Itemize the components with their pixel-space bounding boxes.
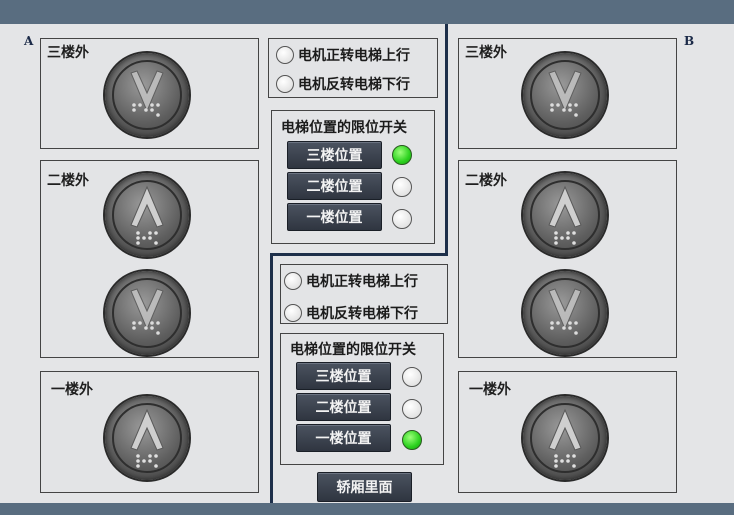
shaft-a-floor-1-panel: 一楼外 (40, 371, 259, 493)
divider-top-vertical (445, 24, 448, 256)
down-arrow-icon (523, 271, 607, 355)
radio-label: 电机反转电梯下行 (298, 77, 410, 93)
position-indicator-led (392, 145, 412, 165)
shaft-b-floor-3-down-button[interactable] (523, 53, 607, 137)
shaft-b-floor-2-down-button[interactable] (523, 271, 607, 355)
motor-reverse-radio-2[interactable]: 电机反转电梯下行 (284, 303, 418, 323)
motor-direction-box-2: 电机正转电梯上行 电机反转电梯下行 (280, 264, 448, 324)
shaft-a-floor-2-up-button[interactable] (105, 173, 189, 257)
floor-label: 三楼外 (47, 45, 89, 61)
floor-label: 一楼外 (469, 382, 511, 398)
floor-label: 二楼外 (465, 173, 507, 189)
position-indicator-led (392, 209, 412, 229)
shaft-a-floor-2-panel: 二楼外 (40, 160, 259, 358)
up-arrow-icon (105, 173, 189, 257)
shaft-b-floor-3-panel: 三楼外 (458, 38, 677, 149)
radio-label: 电机正转电梯上行 (306, 274, 418, 290)
bottom-bar (0, 503, 734, 515)
position-indicator-led (402, 399, 422, 419)
shaft-a-floor-1-up-button[interactable] (105, 396, 189, 480)
shaft-a-floor-3-down-button[interactable] (105, 53, 189, 137)
shaft-a-floor-3-panel: 三楼外 (40, 38, 259, 149)
floor-label: 二楼外 (47, 173, 89, 189)
down-arrow-icon (105, 53, 189, 137)
radio-label: 电机反转电梯下行 (306, 306, 418, 322)
motor-forward-radio-2[interactable]: 电机正转电梯上行 (284, 271, 418, 291)
radio-label: 电机正转电梯上行 (298, 48, 410, 64)
divider-bottom-vertical (270, 253, 273, 503)
down-arrow-icon (105, 271, 189, 355)
up-arrow-icon (523, 173, 607, 257)
position-button-floor-1[interactable]: 一楼位置 (296, 424, 391, 452)
limit-switch-box-1: 电梯位置的限位开关 三楼位置 二楼位置 一楼位置 (271, 110, 435, 244)
motor-direction-box-1: 电机正转电梯上行 电机反转电梯下行 (268, 38, 438, 98)
position-button-floor-3[interactable]: 三楼位置 (296, 362, 391, 390)
up-arrow-icon (105, 396, 189, 480)
top-bar (0, 0, 734, 24)
radio-circle-icon (276, 46, 294, 64)
shaft-a-floor-2-down-button[interactable] (105, 271, 189, 355)
position-indicator-led (402, 430, 422, 450)
floor-label: 一楼外 (51, 382, 93, 398)
position-button-floor-2[interactable]: 二楼位置 (287, 172, 382, 200)
shaft-b-floor-2-up-button[interactable] (523, 173, 607, 257)
floor-label: 三楼外 (465, 45, 507, 61)
motor-forward-radio-1[interactable]: 电机正转电梯上行 (276, 45, 410, 65)
shaft-b-floor-1-panel: 一楼外 (458, 371, 677, 493)
up-arrow-icon (523, 396, 607, 480)
limit-switch-title: 电梯位置的限位开关 (290, 342, 416, 358)
motor-reverse-radio-1[interactable]: 电机反转电梯下行 (276, 74, 410, 94)
corner-label-left: A (24, 34, 34, 48)
corner-label-right: B (684, 34, 695, 48)
radio-circle-icon (284, 304, 302, 322)
car-interior-button[interactable]: 轿厢里面 (317, 472, 412, 502)
position-button-floor-2[interactable]: 二楼位置 (296, 393, 391, 421)
divider-horizontal (270, 253, 448, 256)
limit-switch-title: 电梯位置的限位开关 (281, 120, 407, 136)
position-button-floor-3[interactable]: 三楼位置 (287, 141, 382, 169)
limit-switch-box-2: 电梯位置的限位开关 三楼位置 二楼位置 一楼位置 (280, 333, 444, 465)
shaft-b-floor-2-panel: 二楼外 (458, 160, 677, 358)
radio-circle-icon (276, 75, 294, 93)
down-arrow-icon (523, 53, 607, 137)
shaft-b-floor-1-up-button[interactable] (523, 396, 607, 480)
position-button-floor-1[interactable]: 一楼位置 (287, 203, 382, 231)
radio-circle-icon (284, 272, 302, 290)
position-indicator-led (392, 177, 412, 197)
position-indicator-led (402, 367, 422, 387)
